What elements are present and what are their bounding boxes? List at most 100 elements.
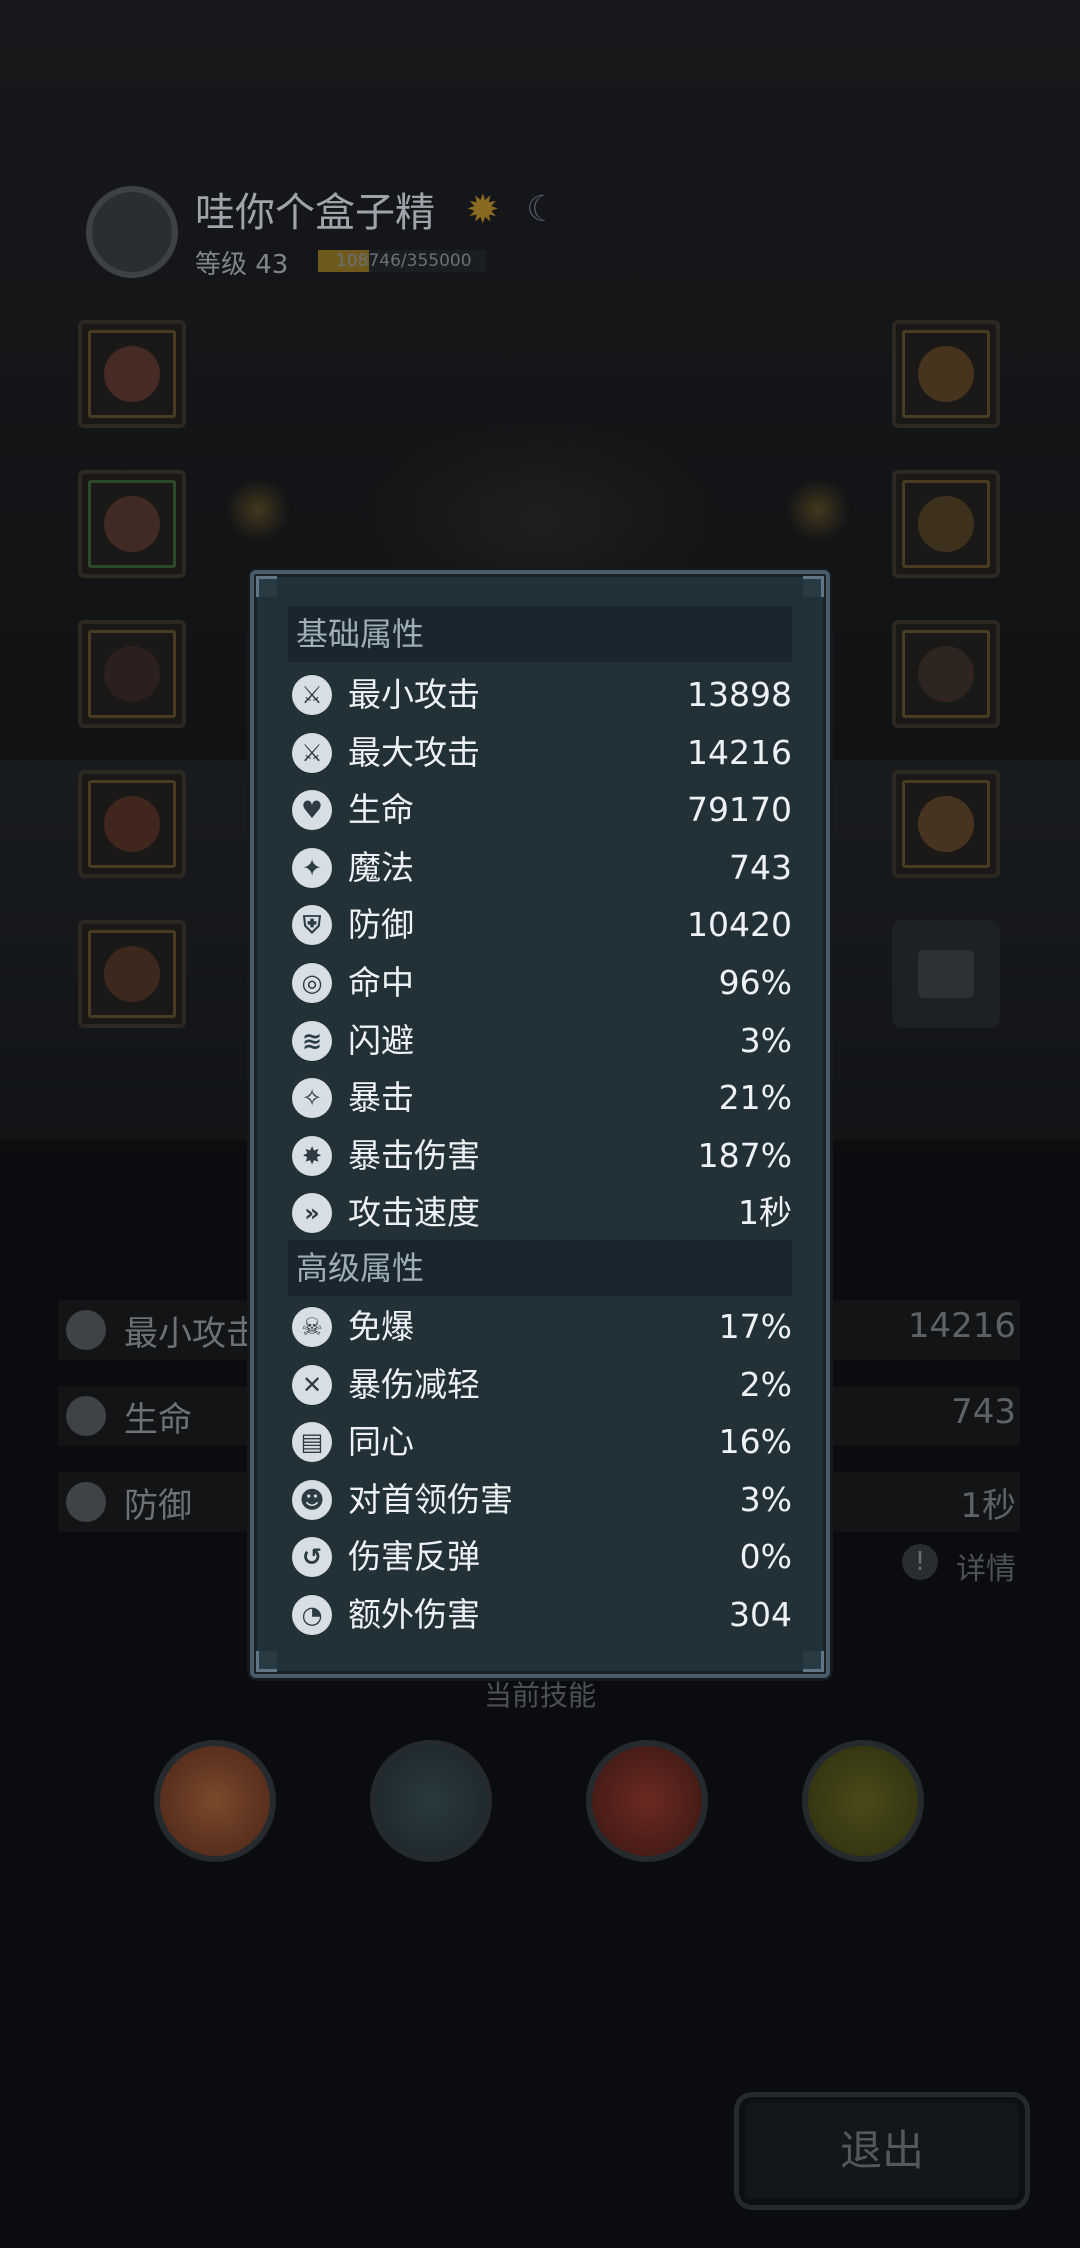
- bg-stat-label: 生命: [124, 1400, 192, 1440]
- avatar[interactable]: [86, 186, 178, 278]
- equip-slot-armor[interactable]: [78, 470, 186, 578]
- attribute-row: ✦ 魔法 743: [292, 839, 792, 897]
- attribute-value: 79170: [687, 790, 792, 830]
- attribute-label: 防御: [348, 905, 414, 945]
- bg-stat-value: 743: [951, 1392, 1016, 1432]
- attribute-value: 304: [729, 1595, 792, 1634]
- attribute-row: ↺ 伤害反弹 0%: [292, 1528, 792, 1586]
- mace-icon: [104, 796, 160, 852]
- target-icon: ◎: [292, 963, 332, 1003]
- skills-title: 当前技能: [483, 1679, 596, 1712]
- attribute-value: 10420: [687, 905, 792, 945]
- sword-icon: ⚔: [292, 732, 332, 773]
- frame-corner: [256, 576, 277, 597]
- attribute-value: 17%: [718, 1307, 792, 1346]
- attribute-label: 命中: [348, 963, 414, 1002]
- bg-stat-value: 14216: [907, 1306, 1016, 1346]
- attack-speed-icon: »: [292, 1193, 332, 1234]
- bg-stat-label: 最小攻击: [124, 1314, 260, 1354]
- vip-badge-icon: ✹: [466, 187, 500, 233]
- attribute-row: ⚔ 最小攻击 13898: [292, 666, 792, 724]
- extra-damage-icon: ◔: [292, 1595, 332, 1635]
- attribute-row: ▤ 同心 16%: [292, 1413, 792, 1471]
- attribute-label: 暴击伤害: [348, 1135, 480, 1175]
- attribute-row: ✸ 暴击伤害 187%: [292, 1127, 792, 1185]
- skull-icon: ☠: [292, 1307, 332, 1347]
- attribute-row: ⛨ 防御 10420: [292, 896, 792, 954]
- attribute-value: 96%: [718, 963, 792, 1002]
- boss-icon: ☻: [292, 1479, 332, 1520]
- exit-button[interactable]: 退出: [734, 2092, 1030, 2210]
- frame-corner: [256, 1651, 277, 1672]
- attribute-label: 最小攻击: [348, 675, 480, 714]
- attribute-value: 2%: [739, 1364, 792, 1404]
- skill-fire-pillar-icon[interactable]: [586, 1740, 708, 1862]
- attribute-value: 187%: [697, 1135, 792, 1175]
- shield-icon: [66, 1482, 106, 1522]
- robe-icon: [104, 496, 160, 552]
- attribute-label: 免爆: [348, 1307, 414, 1346]
- skill-bubbles-icon[interactable]: [802, 1740, 924, 1862]
- attribute-label: 对首领伤害: [348, 1479, 513, 1519]
- shield-icon: ⛨: [292, 905, 332, 946]
- crit-reduce-icon: ✕: [292, 1364, 332, 1405]
- flame-charm-icon: [918, 796, 974, 852]
- attribute-row: » 攻击速度 1秒: [292, 1184, 792, 1242]
- attribute-label: 魔法: [348, 847, 414, 887]
- attribute-label: 最大攻击: [348, 732, 480, 772]
- belt-icon: [104, 946, 160, 1002]
- attribute-label: 生命: [348, 790, 414, 830]
- equip-slot-ring[interactable]: [892, 470, 1000, 578]
- skill-sawblade-icon[interactable]: [370, 1740, 492, 1862]
- frame-corner: [803, 576, 824, 597]
- detail-link[interactable]: 详情: [956, 1544, 1016, 1588]
- attribute-value: 743: [729, 847, 792, 887]
- reflect-icon: ↺: [292, 1537, 332, 1578]
- attribute-popup: 基础属性 ⚔ 最小攻击 13898 ⚔ 最大攻击 14216 ♥ 生命 79170 ✦ 魔法 743 ⛨…: [250, 570, 830, 1678]
- magic-icon: ✦: [292, 847, 332, 888]
- empty-slot-icon: [918, 950, 974, 998]
- info-icon[interactable]: !: [902, 1544, 938, 1580]
- necklace-icon: [918, 646, 974, 702]
- equip-slot-empty[interactable]: [892, 920, 1000, 1028]
- xp-text: 108746/355000: [336, 251, 472, 271]
- equip-slot-charm[interactable]: [892, 770, 1000, 878]
- attribute-label: 攻击速度: [348, 1193, 480, 1233]
- bg-stat-value: 1秒: [960, 1486, 1016, 1526]
- xp-bar: 108746/355000: [318, 250, 486, 272]
- attribute-value: 0%: [739, 1537, 792, 1577]
- equip-slot-mask[interactable]: [892, 320, 1000, 428]
- attribute-row: ⚔ 最大攻击 14216: [292, 724, 792, 782]
- attribute-value: 16%: [718, 1422, 792, 1462]
- advanced-attributes-header: 高级属性: [288, 1240, 792, 1296]
- equip-slot-helmet[interactable]: [78, 320, 186, 428]
- heart-icon: ♥: [292, 790, 332, 831]
- attribute-row: ◎ 命中 96%: [292, 954, 792, 1012]
- crit-damage-icon: ✸: [292, 1135, 332, 1176]
- attribute-label: 伤害反弹: [348, 1537, 480, 1577]
- boots-icon: [104, 646, 160, 702]
- ring-icon: [918, 496, 974, 552]
- equip-slot-weapon[interactable]: [78, 770, 186, 878]
- attribute-row: ☻ 对首领伤害 3%: [292, 1471, 792, 1529]
- attribute-row: ✕ 暴伤减轻 2%: [292, 1356, 792, 1414]
- attribute-label: 暴伤减轻: [348, 1364, 480, 1404]
- attribute-value: 13898: [687, 675, 792, 714]
- hood-icon: [104, 346, 160, 402]
- basic-attributes-header: 基础属性: [288, 606, 792, 662]
- attribute-row: ✧ 暴击 21%: [292, 1069, 792, 1127]
- bg-stat-label: 防御: [124, 1486, 192, 1526]
- equip-slot-belt[interactable]: [78, 920, 186, 1028]
- attribute-label: 暴击: [348, 1078, 414, 1118]
- equip-slot-boots[interactable]: [78, 620, 186, 728]
- player-name: 哇你个盒子精: [195, 190, 435, 236]
- sword-icon: ⚔: [292, 675, 332, 715]
- attribute-value: 1秒: [738, 1193, 792, 1233]
- equip-slot-necklace[interactable]: [892, 620, 1000, 728]
- skill-explosion-icon[interactable]: [154, 1740, 276, 1862]
- sword-icon: [66, 1310, 106, 1350]
- mask-icon: [918, 346, 974, 402]
- attribute-row: ≋ 闪避 3%: [292, 1012, 792, 1070]
- attribute-value: 14216: [687, 732, 792, 772]
- frame-corner: [803, 1651, 824, 1672]
